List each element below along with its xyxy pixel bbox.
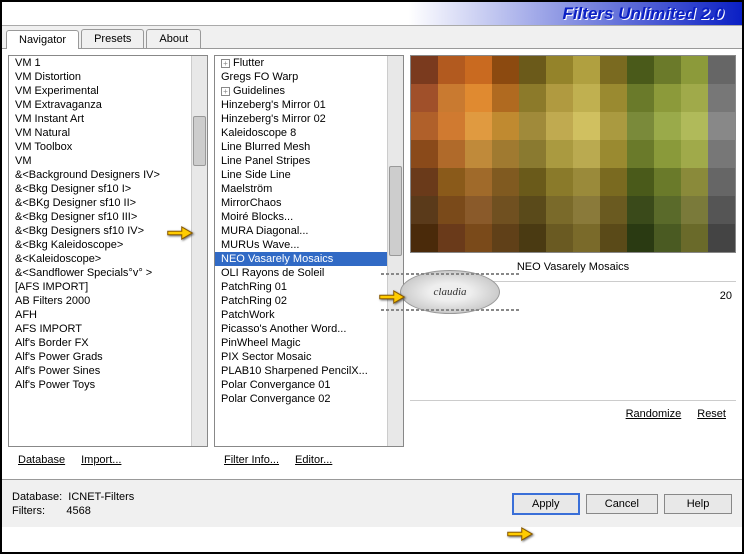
list-item[interactable]: Line Panel Stripes — [215, 154, 387, 168]
filter-scrollbar[interactable] — [387, 56, 403, 446]
list-item[interactable]: Alf's Border FX — [9, 336, 191, 350]
list-item[interactable]: PIX Sector Mosaic — [215, 350, 387, 364]
list-item[interactable]: VM Toolbox — [9, 140, 191, 154]
list-item[interactable]: Polar Convergance 02 — [215, 392, 387, 406]
list-item[interactable]: &<BKg Designer sf10 II> — [9, 196, 191, 210]
preview-buttons: Randomize Reset — [410, 401, 736, 427]
filter-list[interactable]: +FlutterGregs FO Warp+GuidelinesHinzeber… — [214, 55, 404, 447]
list-item[interactable]: Hinzeberg's Mirror 02 — [215, 112, 387, 126]
help-button[interactable]: Help — [664, 494, 732, 514]
list-item[interactable]: Moiré Blocks... — [215, 210, 387, 224]
expand-icon[interactable]: + — [221, 87, 230, 96]
list-item[interactable]: VM Instant Art — [9, 112, 191, 126]
category-column: VM 1VM DistortionVM ExperimentalVM Extra… — [8, 55, 208, 473]
list-item[interactable]: Maelström — [215, 182, 387, 196]
list-item[interactable]: Alf's Power Sines — [9, 364, 191, 378]
main-area: VM 1VM DistortionVM ExperimentalVM Extra… — [2, 49, 742, 479]
list-item[interactable]: VM — [9, 154, 191, 168]
list-item[interactable]: PinWheel Magic — [215, 336, 387, 350]
list-item[interactable]: &<Background Designers IV> — [9, 168, 191, 182]
list-item[interactable]: &<Bkg Kaleidoscope> — [9, 238, 191, 252]
category-scrollbar[interactable] — [191, 56, 207, 446]
list-item[interactable]: Gregs FO Warp — [215, 70, 387, 84]
category-buttons: Database Import... — [8, 447, 208, 473]
list-item[interactable]: VM Experimental — [9, 84, 191, 98]
watermark: claudia — [400, 270, 500, 314]
editor-button[interactable]: Editor... — [287, 451, 340, 469]
filter-column: +FlutterGregs FO Warp+GuidelinesHinzeber… — [214, 55, 404, 473]
list-item[interactable]: Hinzeberg's Mirror 01 — [215, 98, 387, 112]
import-button[interactable]: Import... — [73, 451, 129, 469]
reset-button[interactable]: Reset — [689, 405, 734, 423]
list-item[interactable]: NEO Vasarely Mosaics — [215, 252, 387, 266]
list-item[interactable]: VM Distortion — [9, 70, 191, 84]
list-item[interactable]: Alf's Power Grads — [9, 350, 191, 364]
banner-title: Filters Unlimited 2.0 — [562, 4, 724, 24]
preview-column: NEO Vasarely Mosaics Tiling 20 Randomize… — [410, 55, 736, 473]
list-item[interactable]: &<Kaleidoscope> — [9, 252, 191, 266]
banner: Filters Unlimited 2.0 — [2, 2, 742, 26]
list-item[interactable]: PatchRing 02 — [215, 294, 387, 308]
list-item[interactable]: AB Filters 2000 — [9, 294, 191, 308]
list-item[interactable]: VM 1 — [9, 56, 191, 70]
list-item[interactable]: OLI Rayons de Soleil — [215, 266, 387, 280]
tab-navigator[interactable]: Navigator — [6, 30, 79, 49]
list-item[interactable]: [AFS IMPORT] — [9, 280, 191, 294]
list-item[interactable]: Kaleidoscope 8 — [215, 126, 387, 140]
list-item[interactable]: +Flutter — [215, 56, 387, 70]
category-list[interactable]: VM 1VM DistortionVM ExperimentalVM Extra… — [8, 55, 208, 447]
list-item[interactable]: PatchWork — [215, 308, 387, 322]
expand-icon[interactable]: + — [221, 59, 230, 68]
footer: Database: ICNET-Filters Filters: 4568 Ap… — [2, 479, 742, 527]
list-item[interactable]: MirrorChaos — [215, 196, 387, 210]
filter-info-button[interactable]: Filter Info... — [216, 451, 287, 469]
list-item[interactable]: VM Extravaganza — [9, 98, 191, 112]
tab-presets[interactable]: Presets — [81, 29, 144, 48]
list-item[interactable]: MURUs Wave... — [215, 238, 387, 252]
list-item[interactable]: AFS IMPORT — [9, 322, 191, 336]
filter-buttons: Filter Info... Editor... — [214, 447, 404, 473]
apply-button[interactable]: Apply — [512, 493, 580, 515]
cancel-button[interactable]: Cancel — [586, 494, 658, 514]
tab-bar: Navigator Presets About — [2, 26, 742, 49]
tab-about[interactable]: About — [146, 29, 201, 48]
list-item[interactable]: +Guidelines — [215, 84, 387, 98]
list-item[interactable]: VM Natural — [9, 126, 191, 140]
list-item[interactable]: &<Bkg Designers sf10 IV> — [9, 224, 191, 238]
randomize-button[interactable]: Randomize — [618, 405, 690, 423]
list-item[interactable]: AFH — [9, 308, 191, 322]
preview-image — [410, 55, 736, 253]
list-item[interactable]: &<Sandflower Specials°v° > — [9, 266, 191, 280]
list-item[interactable]: Alf's Power Toys — [9, 378, 191, 392]
list-item[interactable]: PatchRing 01 — [215, 280, 387, 294]
footer-info: Database: ICNET-Filters Filters: 4568 — [12, 490, 506, 518]
database-button[interactable]: Database — [10, 451, 73, 469]
list-item[interactable]: &<Bkg Designer sf10 I> — [9, 182, 191, 196]
list-item[interactable]: Polar Convergance 01 — [215, 378, 387, 392]
list-item[interactable]: Line Blurred Mesh — [215, 140, 387, 154]
param-value[interactable]: 20 — [720, 290, 732, 302]
list-item[interactable]: PLAB10 Sharpened PencilX... — [215, 364, 387, 378]
list-item[interactable]: Picasso's Another Word... — [215, 322, 387, 336]
list-item[interactable]: MURA Diagonal... — [215, 224, 387, 238]
list-item[interactable]: Line Side Line — [215, 168, 387, 182]
list-item[interactable]: &<Bkg Designer sf10 III> — [9, 210, 191, 224]
